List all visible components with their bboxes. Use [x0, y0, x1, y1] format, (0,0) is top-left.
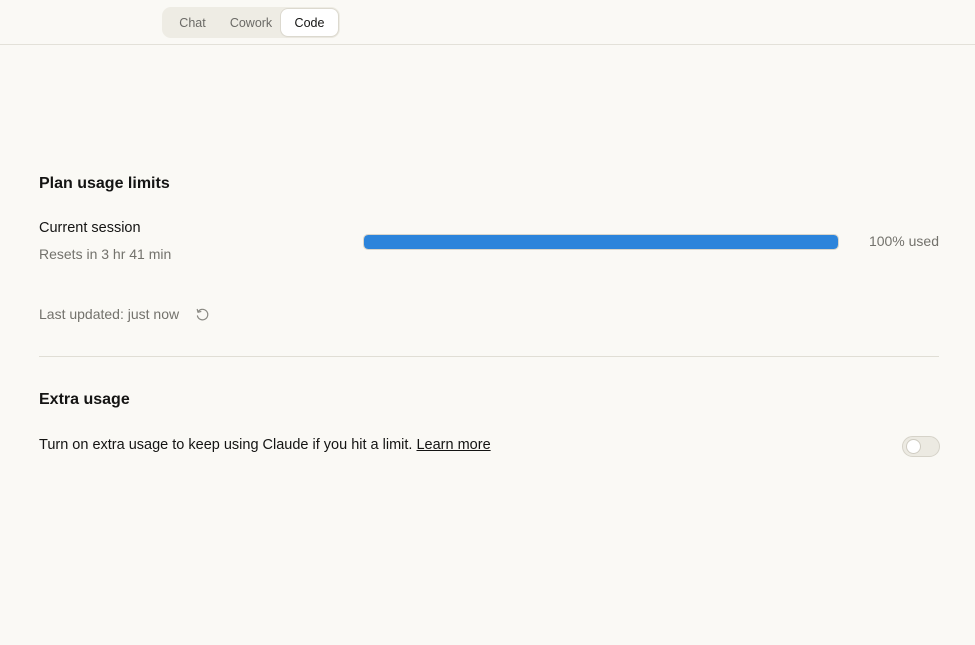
- refresh-icon[interactable]: [195, 307, 210, 322]
- extra-usage-toggle[interactable]: [902, 436, 940, 457]
- session-reset-text: Resets in 3 hr 41 min: [39, 246, 172, 262]
- last-updated-text: Last updated: just now: [39, 306, 180, 322]
- top-bar: Chat Cowork Code: [0, 0, 975, 45]
- section-divider: [39, 356, 939, 357]
- extra-usage-description-row: Turn on extra usage to keep using Claude…: [39, 437, 491, 453]
- extra-usage-description: Turn on extra usage to keep using Claude…: [39, 437, 417, 453]
- tab-chat[interactable]: Chat: [164, 9, 221, 36]
- plan-usage-title: Plan usage limits: [39, 175, 170, 192]
- current-session-label: Current session: [39, 220, 141, 236]
- session-usage-text: 100% used: [868, 233, 939, 249]
- session-usage-progress-bar: [363, 234, 839, 250]
- session-usage-progress-fill: [364, 235, 838, 249]
- mode-tabs: Chat Cowork Code: [162, 7, 340, 38]
- toggle-knob: [906, 439, 921, 454]
- tab-code[interactable]: Code: [281, 9, 338, 36]
- tab-cowork[interactable]: Cowork: [221, 9, 281, 36]
- learn-more-link[interactable]: Learn more: [416, 437, 490, 453]
- extra-usage-title: Extra usage: [39, 391, 130, 408]
